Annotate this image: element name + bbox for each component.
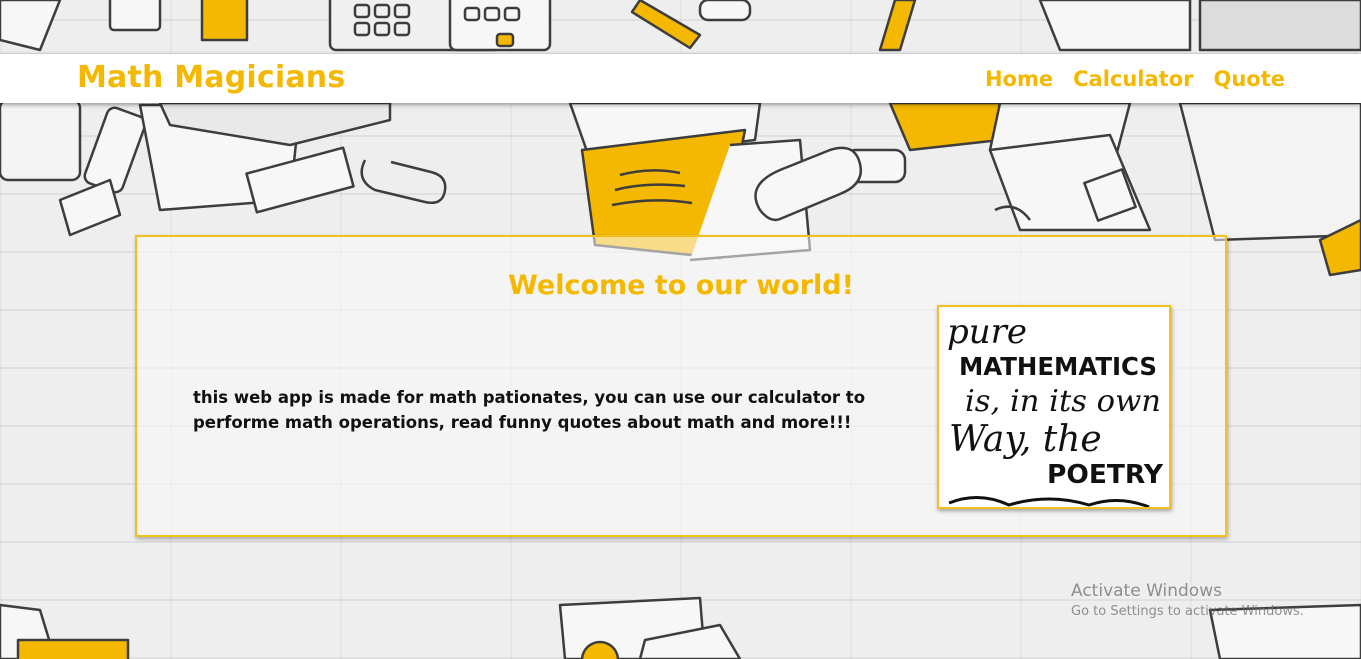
navbar: Math Magicians Home Calculator Quote bbox=[0, 53, 1361, 103]
quote-line-3: is, in its own bbox=[965, 384, 1161, 419]
activate-windows-title: Activate Windows bbox=[1071, 581, 1222, 601]
quote-line-4: Way, the bbox=[949, 419, 1102, 460]
nav-link-home[interactable]: Home bbox=[985, 67, 1053, 91]
nav-links: Home Calculator Quote bbox=[985, 67, 1285, 91]
brand-logo-text[interactable]: Math Magicians bbox=[77, 60, 345, 95]
welcome-card: Welcome to our world! this web app is ma… bbox=[135, 235, 1227, 537]
nav-link-quote[interactable]: Quote bbox=[1213, 67, 1285, 91]
math-quote-image: pure MATHEMATICS is, in its own Way, the… bbox=[937, 305, 1171, 509]
welcome-title: Welcome to our world! bbox=[508, 270, 854, 301]
quote-line-1: pure bbox=[947, 312, 1027, 352]
activate-windows-watermark: Activate Windows Go to Settings to activ… bbox=[1071, 581, 1304, 619]
nav-link-calculator[interactable]: Calculator bbox=[1073, 67, 1193, 91]
welcome-description: this web app is made for math pationates… bbox=[193, 388, 866, 432]
quote-line-5: POETRY bbox=[1047, 460, 1164, 490]
quote-line-2: MATHEMATICS bbox=[959, 352, 1157, 381]
math-quote-illustration: pure MATHEMATICS is, in its own Way, the… bbox=[947, 312, 1164, 507]
activate-windows-subtitle: Go to Settings to activate Windows. bbox=[1071, 604, 1304, 619]
